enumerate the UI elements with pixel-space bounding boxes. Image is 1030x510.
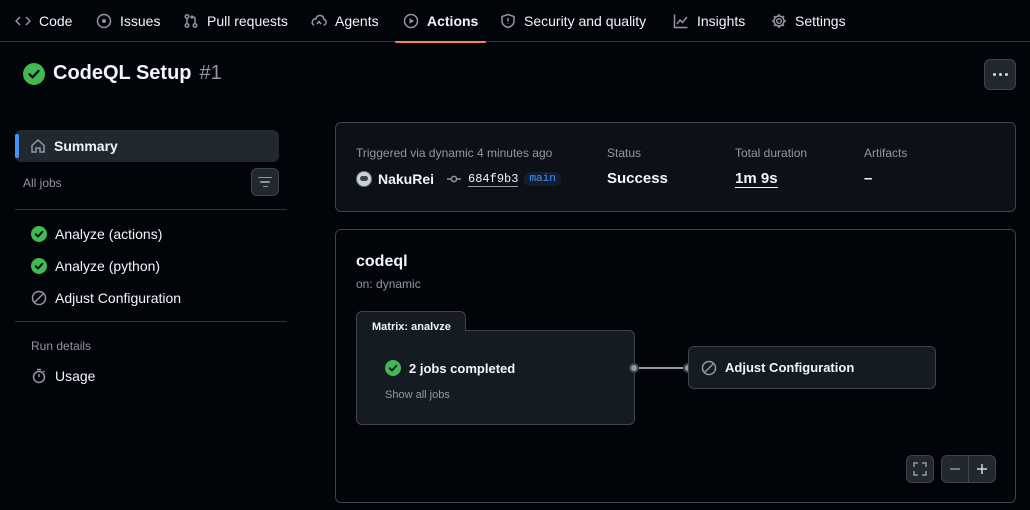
graph-icon — [673, 14, 688, 29]
job-node-label: Adjust Configuration — [725, 360, 855, 375]
divider — [15, 209, 287, 210]
graph-connector — [639, 367, 686, 369]
divider — [15, 321, 287, 322]
workflow-graph-panel: codeql on: dynamic Matrix: analyze 2 job… — [335, 229, 1016, 503]
page-title: CodeQL Setup #1 — [23, 62, 222, 85]
check-circle-icon — [385, 360, 401, 376]
sidebar-job-analyze-actions[interactable]: Analyze (actions) — [31, 222, 162, 246]
filter-jobs-button[interactable] — [251, 168, 279, 196]
tab-issues-label: Issues — [120, 13, 161, 29]
tab-insights[interactable]: Insights — [673, 0, 745, 42]
check-circle-icon — [31, 226, 47, 242]
play-icon — [403, 13, 419, 29]
fullscreen-icon — [913, 462, 927, 476]
zoom-out-button[interactable] — [941, 455, 969, 483]
run-title: CodeQL Setup — [53, 62, 192, 84]
check-circle-icon — [23, 62, 45, 85]
agent-icon — [311, 14, 327, 26]
sidebar-job-analyze-python[interactable]: Analyze (python) — [31, 254, 160, 278]
tab-actions[interactable]: Actions — [394, 0, 487, 43]
avatar[interactable] — [356, 171, 372, 187]
minus-icon — [950, 468, 960, 470]
workflow-trigger: on: dynamic — [356, 277, 421, 291]
sidebar-item-summary[interactable]: Summary — [15, 130, 279, 162]
duration-label: Total duration — [735, 146, 808, 160]
home-icon — [31, 138, 45, 153]
tab-pull-requests-label: Pull requests — [207, 13, 288, 29]
tab-agents[interactable]: Agents — [311, 0, 379, 42]
code-icon — [15, 16, 31, 26]
job-label: Analyze (python) — [55, 258, 161, 274]
matrix-status-text: 2 jobs completed — [409, 360, 516, 376]
run-number: #1 — [199, 62, 222, 84]
gear-icon — [772, 14, 786, 28]
skipped-icon — [31, 290, 47, 306]
sidebar-item-usage[interactable]: Usage — [31, 364, 95, 388]
artifacts-value: – — [864, 170, 873, 187]
repo-nav: Code Issues Pull requests Agents Actions… — [0, 0, 1030, 43]
tab-agents-label: Agents — [335, 13, 379, 29]
tab-code-label: Code — [39, 13, 73, 29]
matrix-tab-join — [357, 330, 465, 332]
connector-dot — [629, 363, 639, 373]
tab-settings[interactable]: Settings — [771, 0, 846, 42]
tab-issues[interactable]: Issues — [96, 0, 160, 42]
workflow-name: codeql — [356, 253, 408, 270]
tab-settings-label: Settings — [795, 13, 846, 29]
stopwatch-icon — [32, 368, 46, 384]
job-label: Adjust Configuration — [55, 290, 182, 306]
filter-icon — [258, 176, 272, 179]
check-circle-icon — [31, 258, 47, 274]
actor-row: NakuRei 684f9b3 main — [356, 171, 561, 187]
tab-pull-requests[interactable]: Pull requests — [183, 0, 288, 42]
tab-insights-label: Insights — [697, 13, 746, 29]
zoom-in-button[interactable] — [968, 455, 996, 483]
sidebar-item-label: Summary — [54, 138, 118, 154]
pull-request-icon — [184, 13, 198, 29]
matrix-status: 2 jobs completed — [385, 360, 515, 376]
more-options-button[interactable] — [984, 59, 1016, 90]
branch-label[interactable]: main — [524, 172, 561, 186]
artifacts-label: Artifacts — [864, 146, 908, 160]
duration-link[interactable]: 1m 9s — [735, 170, 778, 188]
matrix-node[interactable]: 2 jobs completed Show all jobs — [356, 330, 635, 425]
kebab-icon — [992, 73, 996, 76]
status-value: Success — [607, 170, 668, 187]
git-commit-icon — [447, 175, 462, 183]
run-details-heading: Run details — [31, 339, 92, 353]
status-label: Status — [607, 146, 642, 160]
trigger-text: Triggered via dynamic 4 minutes ago — [356, 146, 553, 160]
job-label: Analyze (actions) — [55, 226, 163, 242]
shield-icon — [501, 13, 515, 29]
tab-code[interactable]: Code — [15, 0, 72, 42]
tab-security-label: Security and quality — [524, 13, 647, 29]
show-all-jobs-link[interactable]: Show all jobs — [385, 389, 450, 401]
run-info-panel: Triggered via dynamic 4 minutes ago Naku… — [335, 122, 1016, 212]
plus-icon — [977, 464, 987, 474]
issue-icon — [96, 13, 112, 29]
fullscreen-button[interactable] — [906, 455, 934, 483]
skipped-icon — [701, 360, 717, 375]
usage-label: Usage — [55, 368, 96, 384]
tab-security[interactable]: Security and quality — [500, 0, 646, 42]
tab-actions-label: Actions — [427, 13, 479, 29]
commit-sha-link[interactable]: 684f9b3 — [468, 172, 519, 187]
actor-name[interactable]: NakuRei — [378, 171, 434, 187]
sidebar-job-adjust-configuration[interactable]: Adjust Configuration — [31, 286, 181, 310]
job-node-adjust-configuration[interactable]: Adjust Configuration — [688, 346, 936, 389]
all-jobs-heading: All jobs — [23, 176, 62, 190]
